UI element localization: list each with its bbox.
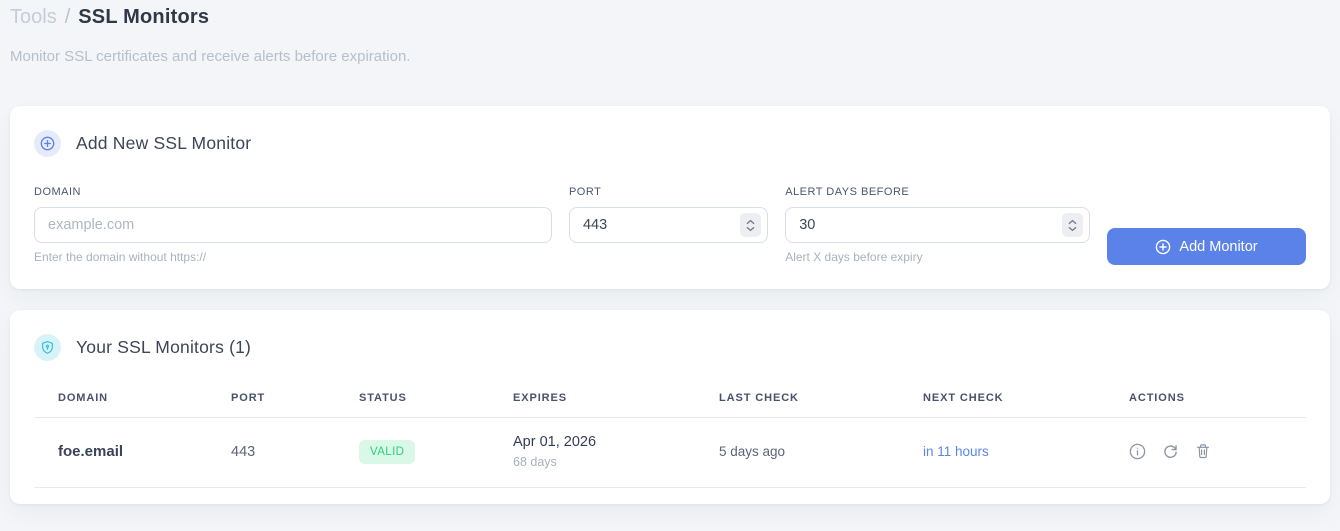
col-header-domain: DOMAIN — [34, 382, 231, 418]
expires-date: Apr 01, 2026 — [513, 434, 597, 450]
alert-days-label: ALERT DAYS BEFORE — [785, 186, 910, 198]
col-header-last-check: LAST CHECK — [719, 382, 923, 418]
breadcrumb: Tools / SSL Monitors — [10, 6, 1330, 29]
domain-label: DOMAIN — [34, 186, 81, 198]
port-field-group: PORT — [568, 186, 769, 243]
add-card-title: Add New SSL Monitor — [76, 133, 252, 153]
expires-days-remaining: 68 days — [513, 455, 557, 469]
domain-field-group: DOMAIN Enter the domain without https:// — [34, 186, 552, 264]
breadcrumb-tools-link[interactable]: Tools — [10, 6, 57, 29]
cell-expires: Apr 01, 2026 68 days — [513, 417, 719, 488]
port-stepper[interactable] — [740, 213, 762, 237]
add-monitor-form: DOMAIN Enter the domain without https://… — [34, 186, 1306, 265]
monitors-card-title: Your SSL Monitors (1) — [76, 337, 252, 357]
chevron-down-icon — [746, 226, 755, 231]
col-header-actions: ACTIONS — [1129, 382, 1306, 418]
cell-next-check: in 11 hours — [923, 417, 1129, 488]
monitors-card-header: Your SSL Monitors (1) — [34, 334, 1306, 361]
plus-circle-icon — [34, 130, 61, 157]
breadcrumb-separator: / — [64, 6, 71, 28]
cell-actions — [1129, 417, 1306, 488]
chevron-up-icon — [1068, 219, 1077, 224]
table-row: foe.email 443 VALID Apr 01, 2026 68 days… — [34, 417, 1306, 488]
add-monitor-button-label: Add Monitor — [1179, 238, 1258, 255]
cell-last-check: 5 days ago — [719, 417, 923, 488]
refresh-icon — [1164, 445, 1177, 458]
alert-days-input[interactable] — [785, 207, 1090, 243]
status-badge: VALID — [359, 439, 416, 464]
port-input[interactable] — [568, 207, 769, 243]
col-header-port: PORT — [231, 382, 359, 418]
alert-days-stepper[interactable] — [1062, 213, 1083, 237]
ssl-monitors-page: Tools / SSL Monitors Monitor SSL certifi… — [0, 0, 1340, 504]
info-icon — [1129, 443, 1146, 460]
domain-input[interactable] — [34, 207, 552, 243]
chevron-up-icon — [746, 219, 755, 224]
add-card-header: Add New SSL Monitor — [34, 130, 1306, 157]
col-header-expires: EXPIRES — [513, 382, 719, 418]
shield-icon — [34, 334, 61, 361]
page-subtitle: Monitor SSL certificates and receive ale… — [10, 48, 411, 65]
domain-help-text: Enter the domain without https:// — [34, 250, 207, 264]
add-monitor-card: Add New SSL Monitor DOMAIN Enter the dom… — [10, 106, 1330, 289]
cell-status: VALID — [359, 417, 513, 488]
info-action-button[interactable] — [1129, 443, 1146, 460]
delete-action-button[interactable] — [1195, 443, 1211, 460]
col-header-status: STATUS — [359, 382, 513, 418]
row-actions — [1129, 443, 1306, 460]
cell-port: 443 — [231, 417, 359, 488]
trash-icon — [1196, 444, 1210, 459]
col-header-next-check: NEXT CHECK — [923, 382, 1129, 418]
monitors-list-card: Your SSL Monitors (1) DOMAIN PORT STATUS… — [10, 310, 1330, 504]
refresh-action-button[interactable] — [1162, 443, 1179, 460]
chevron-down-icon — [1068, 226, 1077, 231]
cell-domain: foe.email — [34, 417, 231, 488]
table-header-row: DOMAIN PORT STATUS EXPIRES LAST CHECK NE… — [34, 382, 1306, 418]
plus-circle-icon — [1156, 239, 1171, 254]
port-label: PORT — [568, 186, 602, 198]
monitors-table: DOMAIN PORT STATUS EXPIRES LAST CHECK NE… — [34, 382, 1306, 488]
page-title: SSL Monitors — [78, 6, 210, 28]
alert-days-help-text: Alert X days before expiry — [785, 250, 923, 264]
alert-days-field-group: ALERT DAYS BEFORE Alert X days before ex… — [785, 186, 1090, 264]
add-monitor-button[interactable]: Add Monitor — [1107, 228, 1306, 265]
